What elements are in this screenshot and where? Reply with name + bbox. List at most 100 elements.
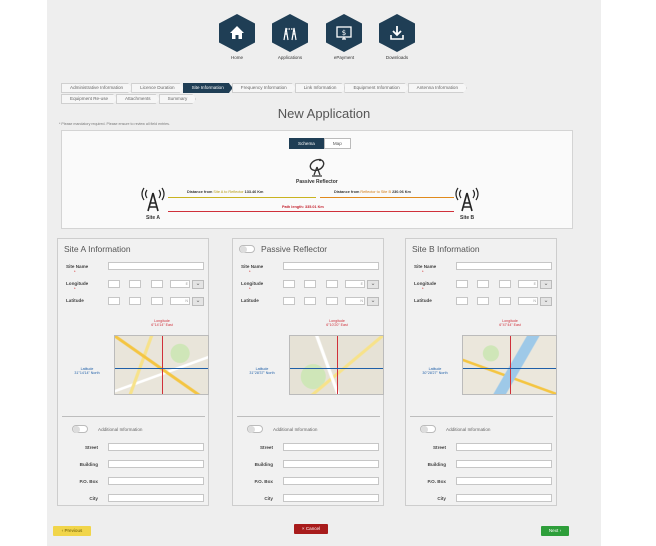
reflector-lat-degrees[interactable] [283, 297, 295, 305]
site-a-tower-icon [141, 187, 165, 212]
previous-button[interactable]: ‹ Previous [53, 526, 91, 536]
reflector-lon-direction[interactable]: E [345, 280, 365, 288]
nav-home[interactable]: Home [215, 14, 259, 60]
tab-frequency-information[interactable]: Frequency Information [232, 83, 296, 93]
tab-licence-duration[interactable]: Licence Duration [131, 83, 183, 93]
site-a-lon-minutes[interactable] [129, 280, 141, 288]
distance-a-text: Distance from Site A to Reflector 133.46… [187, 190, 264, 194]
reflector-location-map[interactable] [289, 335, 384, 395]
step-tabs: Administrative Information Licence Durat… [61, 83, 585, 105]
nav-epayment[interactable]: $ ePayment [322, 14, 366, 60]
reflector-street-input[interactable] [283, 443, 379, 451]
path-line [168, 211, 454, 212]
site-a-pobox-input[interactable] [108, 477, 204, 485]
site-a-lat-seconds[interactable] [151, 297, 163, 305]
site-b-lat-minutes[interactable] [477, 297, 489, 305]
site-b-location-map[interactable] [462, 335, 557, 395]
site-a-lon-direction[interactable]: E [170, 280, 190, 288]
section-divider [410, 416, 553, 417]
longitude-label: Longitude [414, 281, 437, 286]
tab-link-information[interactable]: Link Information [295, 83, 346, 93]
tab-summary[interactable]: Summary [159, 94, 197, 104]
reflector-panel-title: Passive Reflector [261, 244, 328, 254]
street-label: Street [84, 445, 98, 450]
pobox-label: P.O. Box [427, 479, 446, 484]
reflector-lon-minutes[interactable] [304, 280, 316, 288]
site-a-longitude-caption: Longitude 6°14'14" East [151, 319, 173, 327]
cancel-button[interactable]: × Cancel [294, 524, 328, 534]
tab-administrative-information[interactable]: Administrative Information [61, 83, 132, 93]
chevron-down-icon[interactable]: ⌄ [540, 280, 552, 289]
chevron-down-icon[interactable]: ⌄ [540, 297, 552, 306]
site-a-additional-toggle[interactable] [72, 425, 88, 433]
site-b-lon-minutes[interactable] [477, 280, 489, 288]
nav-applications-label: Applications [277, 55, 303, 60]
site-a-latitude-caption: Latitude 31°14'14" North [74, 367, 100, 375]
site-a-lat-direction[interactable]: N [170, 297, 190, 305]
reflector-site-name-input[interactable] [283, 262, 379, 270]
tab-schema[interactable]: Schema [289, 138, 324, 149]
tab-equipment-information[interactable]: Equipment Information [344, 83, 408, 93]
nav-downloads[interactable]: Downloads [375, 14, 419, 60]
site-b-panel: Site B Information Site Name * Longitude * E ⌄… [405, 238, 557, 506]
download-icon [379, 14, 415, 52]
tab-antenna-information[interactable]: Antenna Information [408, 83, 467, 93]
required-marker: * [74, 286, 76, 291]
site-b-lon-direction[interactable]: E [518, 280, 538, 288]
reflector-building-input[interactable] [283, 460, 379, 468]
reflector-lat-minutes[interactable] [304, 297, 316, 305]
site-b-lat-seconds[interactable] [499, 297, 511, 305]
site-b-street-input[interactable] [456, 443, 552, 451]
site-b-additional-toggle[interactable] [420, 425, 436, 433]
reflector-lat-direction[interactable]: N [345, 297, 365, 305]
nav-applications[interactable]: Applications [268, 14, 312, 60]
site-b-lat-degrees[interactable] [456, 297, 468, 305]
site-a-reflector-line [168, 197, 316, 198]
tab-attachments[interactable]: Attachments [116, 94, 160, 104]
reflector-additional-toggle[interactable] [247, 425, 263, 433]
site-b-latitude-caption: Latitude 30°28'27" North [422, 367, 448, 375]
pobox-label: P.O. Box [254, 479, 273, 484]
site-a-lon-degrees[interactable] [108, 280, 120, 288]
tab-map[interactable]: Map [323, 138, 351, 149]
path-length-text: Path length: 335.01 Km [282, 205, 324, 209]
site-a-street-input[interactable] [108, 443, 204, 451]
site-a-location-map[interactable] [114, 335, 209, 395]
chevron-down-icon[interactable]: ⌄ [367, 297, 379, 306]
reflector-panel: Passive Reflector Site Name * Longitude * E ⌄ L… [232, 238, 384, 506]
reflector-pobox-input[interactable] [283, 477, 379, 485]
longitude-label: Longitude [241, 281, 264, 286]
site-b-lon-degrees[interactable] [456, 280, 468, 288]
longitude-label: Longitude [66, 281, 89, 286]
required-marker: * [249, 286, 251, 291]
site-b-pobox-input[interactable] [456, 477, 552, 485]
street-label: Street [259, 445, 273, 450]
next-button[interactable]: Next › [541, 526, 569, 536]
reflector-label: Passive Reflector [296, 179, 338, 185]
network-icon [272, 14, 308, 52]
chevron-down-icon[interactable]: ⌄ [367, 280, 379, 289]
site-a-building-input[interactable] [108, 460, 204, 468]
tab-site-information[interactable]: Site Information [183, 83, 233, 93]
reflector-lon-degrees[interactable] [283, 280, 295, 288]
site-a-site-name-input[interactable] [108, 262, 204, 270]
reflector-city-input[interactable] [283, 494, 379, 502]
reflector-toggle[interactable] [239, 245, 255, 253]
site-b-city-input[interactable] [456, 494, 552, 502]
reflector-lat-seconds[interactable] [326, 297, 338, 305]
site-b-lat-direction[interactable]: N [518, 297, 538, 305]
chevron-down-icon[interactable]: ⌄ [192, 297, 204, 306]
tab-equipment-reuse[interactable]: Equipment Re-use [61, 94, 117, 104]
site-a-lon-seconds[interactable] [151, 280, 163, 288]
site-a-city-input[interactable] [108, 494, 204, 502]
page: Home Applications $ ePayment Downloads A… [47, 0, 601, 546]
additional-info-label: Additional Information [98, 427, 143, 432]
required-marker: * [422, 269, 424, 274]
chevron-down-icon[interactable]: ⌄ [192, 280, 204, 289]
site-a-lat-minutes[interactable] [129, 297, 141, 305]
site-b-building-input[interactable] [456, 460, 552, 468]
site-a-lat-degrees[interactable] [108, 297, 120, 305]
site-b-lon-seconds[interactable] [499, 280, 511, 288]
site-b-site-name-input[interactable] [456, 262, 552, 270]
reflector-lon-seconds[interactable] [326, 280, 338, 288]
